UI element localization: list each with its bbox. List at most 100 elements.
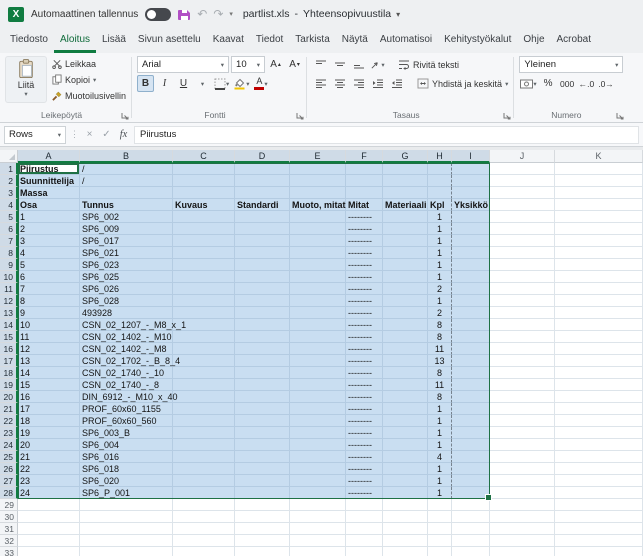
cell-B14[interactable]: CSN_02_1207_-_M8_x_1: [80, 319, 173, 331]
cell-A26[interactable]: 22: [18, 463, 80, 475]
cell-K24[interactable]: [555, 439, 643, 451]
cell-I2[interactable]: [452, 175, 490, 187]
cell-G9[interactable]: [383, 259, 428, 271]
cell-K11[interactable]: [555, 283, 643, 295]
cell-K29[interactable]: [555, 499, 643, 511]
cell-D20[interactable]: [235, 391, 290, 403]
decrease-decimal-button[interactable]: .0→: [597, 75, 615, 92]
cell-J15[interactable]: [490, 331, 555, 343]
column-header-K[interactable]: K: [555, 150, 643, 163]
cell-B29[interactable]: [80, 499, 173, 511]
cell-G25[interactable]: [383, 451, 428, 463]
cell-A2[interactable]: Suunnittelija: [18, 175, 80, 187]
cell-I27[interactable]: [452, 475, 490, 487]
format-painter-button[interactable]: Muotoilusivellin: [50, 88, 128, 103]
cell-B26[interactable]: SP6_018: [80, 463, 173, 475]
tab-lisaa[interactable]: Lisää: [96, 30, 132, 53]
cell-F23[interactable]: --------: [346, 427, 383, 439]
cell-G15[interactable]: [383, 331, 428, 343]
cell-F4[interactable]: Mitat: [346, 199, 383, 211]
cell-H33[interactable]: [428, 547, 452, 556]
row-header-4[interactable]: 4: [0, 199, 18, 211]
cell-C23[interactable]: [173, 427, 235, 439]
cell-F2[interactable]: [346, 175, 383, 187]
cell-I20[interactable]: [452, 391, 490, 403]
tab-kehitystyokalut[interactable]: Kehitystyökalut: [438, 30, 517, 53]
cell-F6[interactable]: --------: [346, 223, 383, 235]
cell-H19[interactable]: 11: [428, 379, 452, 391]
cell-I22[interactable]: [452, 415, 490, 427]
cell-H16[interactable]: 11: [428, 343, 452, 355]
cell-F12[interactable]: --------: [346, 295, 383, 307]
cell-J28[interactable]: [490, 487, 555, 499]
cell-G22[interactable]: [383, 415, 428, 427]
cell-J31[interactable]: [490, 523, 555, 535]
cell-J9[interactable]: [490, 259, 555, 271]
cell-I1[interactable]: [452, 163, 490, 175]
cell-E12[interactable]: [290, 295, 346, 307]
save-icon[interactable]: [178, 8, 191, 21]
cell-I28[interactable]: [452, 487, 490, 499]
cell-K1[interactable]: [555, 163, 643, 175]
number-dialog-launcher[interactable]: [616, 112, 624, 120]
paste-button[interactable]: Liitä ▾: [5, 56, 47, 103]
cell-H27[interactable]: 1: [428, 475, 452, 487]
cell-C16[interactable]: [173, 343, 235, 355]
cell-F30[interactable]: [346, 511, 383, 523]
cell-K7[interactable]: [555, 235, 643, 247]
cell-G8[interactable]: [383, 247, 428, 259]
cell-H5[interactable]: 1: [428, 211, 452, 223]
cell-A1[interactable]: Piirustus: [18, 163, 80, 175]
confirm-entry-button[interactable]: ✓: [100, 129, 113, 140]
cell-G29[interactable]: [383, 499, 428, 511]
cell-D7[interactable]: [235, 235, 290, 247]
underline-button[interactable]: U: [175, 75, 192, 92]
cell-J8[interactable]: [490, 247, 555, 259]
cell-F27[interactable]: --------: [346, 475, 383, 487]
row-header-27[interactable]: 27: [0, 475, 18, 487]
cell-E17[interactable]: [290, 355, 346, 367]
cell-H23[interactable]: 1: [428, 427, 452, 439]
row-header-16[interactable]: 16: [0, 343, 18, 355]
tab-sivun-asettelu[interactable]: Sivun asettelu: [132, 30, 207, 53]
cell-K20[interactable]: [555, 391, 643, 403]
cell-A3[interactable]: Massa: [18, 187, 80, 199]
row-header-25[interactable]: 25: [0, 451, 18, 463]
cell-E15[interactable]: [290, 331, 346, 343]
cell-I13[interactable]: [452, 307, 490, 319]
font-name-select[interactable]: Arial ▾: [137, 56, 229, 73]
cell-K18[interactable]: [555, 367, 643, 379]
cell-E21[interactable]: [290, 403, 346, 415]
tab-kaavat[interactable]: Kaavat: [207, 30, 250, 53]
cell-H6[interactable]: 1: [428, 223, 452, 235]
cell-B22[interactable]: PROF_60x60_560: [80, 415, 173, 427]
alignment-dialog-launcher[interactable]: [503, 112, 511, 120]
cell-D17[interactable]: [235, 355, 290, 367]
borders-button[interactable]: ▾: [213, 75, 230, 92]
font-size-select[interactable]: 10 ▾: [231, 56, 265, 73]
cell-G27[interactable]: [383, 475, 428, 487]
cell-C9[interactable]: [173, 259, 235, 271]
cell-E6[interactable]: [290, 223, 346, 235]
cell-I14[interactable]: [452, 319, 490, 331]
cell-I15[interactable]: [452, 331, 490, 343]
cell-A24[interactable]: 20: [18, 439, 80, 451]
cell-F28[interactable]: --------: [346, 487, 383, 499]
row-header-13[interactable]: 13: [0, 307, 18, 319]
cell-F20[interactable]: --------: [346, 391, 383, 403]
cell-I8[interactable]: [452, 247, 490, 259]
cell-G7[interactable]: [383, 235, 428, 247]
cell-A29[interactable]: [18, 499, 80, 511]
cell-H7[interactable]: 1: [428, 235, 452, 247]
cell-G23[interactable]: [383, 427, 428, 439]
cell-K6[interactable]: [555, 223, 643, 235]
cell-F31[interactable]: [346, 523, 383, 535]
cell-J21[interactable]: [490, 403, 555, 415]
row-header-19[interactable]: 19: [0, 379, 18, 391]
font-dialog-launcher[interactable]: [296, 112, 304, 120]
cell-A25[interactable]: 21: [18, 451, 80, 463]
cell-D12[interactable]: [235, 295, 290, 307]
cell-F17[interactable]: --------: [346, 355, 383, 367]
cell-D11[interactable]: [235, 283, 290, 295]
cell-D24[interactable]: [235, 439, 290, 451]
